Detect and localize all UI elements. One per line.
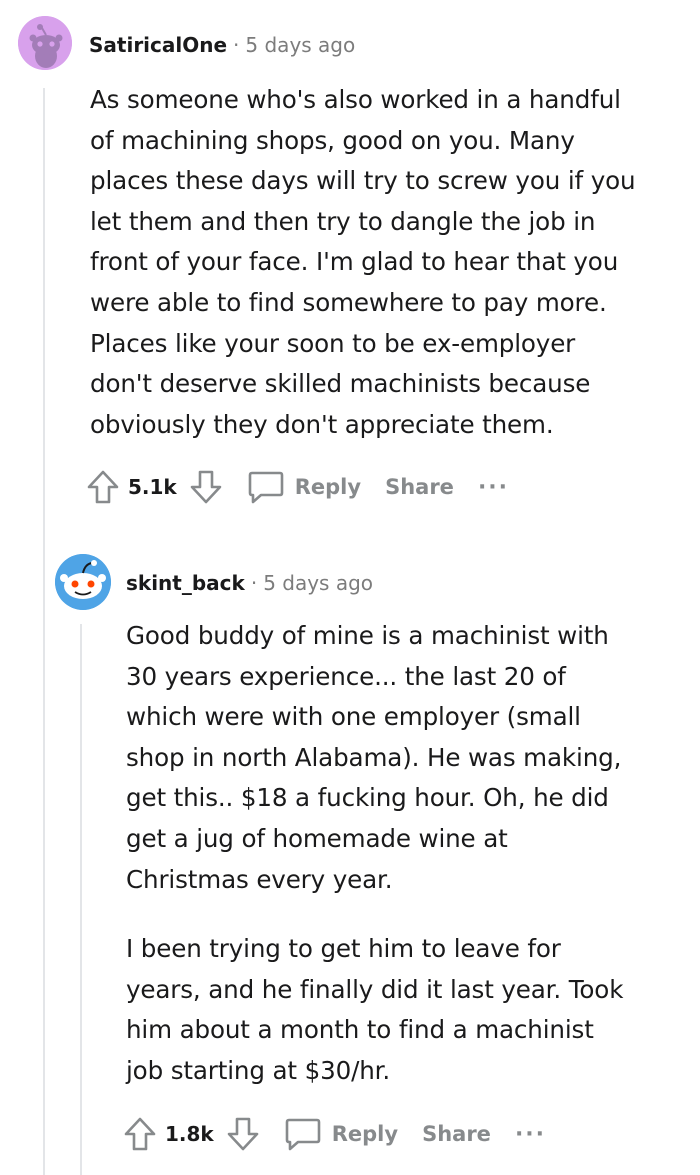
upvote-icon[interactable] (86, 469, 120, 505)
comment-body: I been trying to get him to leave for ye… (126, 929, 623, 1091)
comment-line: Places like your soon to be ex-employer (90, 328, 576, 358)
comment-line: 30 years experience... the last 20 of (126, 661, 566, 691)
comment-line: him about a month to find a machinist (126, 1015, 594, 1045)
downvote-icon[interactable] (189, 469, 223, 505)
comment-line: which were with one employer (small (126, 702, 581, 732)
share-button[interactable]: Share (422, 1122, 491, 1146)
comment-line: get this.. $18 a fucking hour. Oh, he di… (126, 783, 609, 813)
comment-line: years, and he finally did it last year. … (126, 974, 624, 1004)
comment-line: places these days will try to screw you … (90, 166, 636, 196)
comment-meta: SatiricalOne · 5 days ago (89, 33, 355, 57)
reply-label: Reply (331, 1122, 399, 1146)
timestamp[interactable]: 5 days ago (263, 571, 373, 595)
comment-line: Christmas every year. (126, 864, 393, 894)
username[interactable]: SatiricalOne (89, 33, 227, 57)
comment-line: As someone who's also worked in a handfu… (90, 85, 621, 114)
avatar[interactable] (55, 554, 111, 610)
more-options-icon[interactable]: ··· (478, 475, 509, 500)
comment-line: front of your face. I'm glad to hear tha… (90, 247, 619, 277)
comment-line: don't deserve skilled machinists because (90, 369, 591, 399)
thread-line[interactable] (43, 88, 45, 1175)
vote-score: 1.8k (165, 1122, 214, 1146)
username[interactable]: skint_back (126, 571, 245, 595)
thread-line[interactable] (80, 624, 82, 1175)
meta-separator: · (233, 33, 240, 57)
upvote-icon[interactable] (123, 1116, 157, 1152)
comment-line: of machining shops, good on you. Many (90, 125, 575, 155)
comment-line: Good buddy of mine is a machinist with (126, 621, 609, 650)
comment-line: shop in north Alabama). He was making, (126, 742, 622, 772)
comment-bubble-icon (247, 469, 285, 505)
comment-meta: skint_back · 5 days ago (126, 571, 373, 595)
downvote-icon[interactable] (226, 1116, 260, 1152)
snoo-avatar-icon (55, 554, 111, 610)
comment-line: I been trying to get him to leave for (126, 934, 561, 963)
comment-actions: 1.8k Reply Share ··· (123, 1114, 546, 1154)
avatar[interactable] (18, 16, 72, 70)
snoo-avatar-icon (18, 16, 72, 70)
comment-line: get a jug of homemade wine at (126, 823, 508, 853)
comment-body: Good buddy of mine is a machinist with 3… (126, 616, 621, 900)
more-options-icon[interactable]: ··· (515, 1122, 546, 1147)
comment-line: job starting at $30/hr. (126, 1055, 391, 1085)
vote-score: 5.1k (128, 475, 177, 499)
share-button[interactable]: Share (385, 475, 454, 499)
comment-actions: 5.1k Reply Share ··· (86, 467, 509, 507)
meta-separator: · (250, 571, 258, 595)
comment-body: As someone who's also worked in a handfu… (90, 80, 636, 445)
comment-line: were able to find somewhere to pay more. (90, 287, 607, 317)
reply-button[interactable]: Reply (284, 1116, 398, 1152)
timestamp[interactable]: 5 days ago (245, 33, 355, 57)
reply-label: Reply (294, 475, 362, 499)
comment-bubble-icon (284, 1116, 322, 1152)
comment-line: let them and then try to dangle the job … (90, 206, 596, 236)
comment-line: obviously they don't appreciate them. (90, 409, 554, 439)
reply-button[interactable]: Reply (247, 469, 361, 505)
